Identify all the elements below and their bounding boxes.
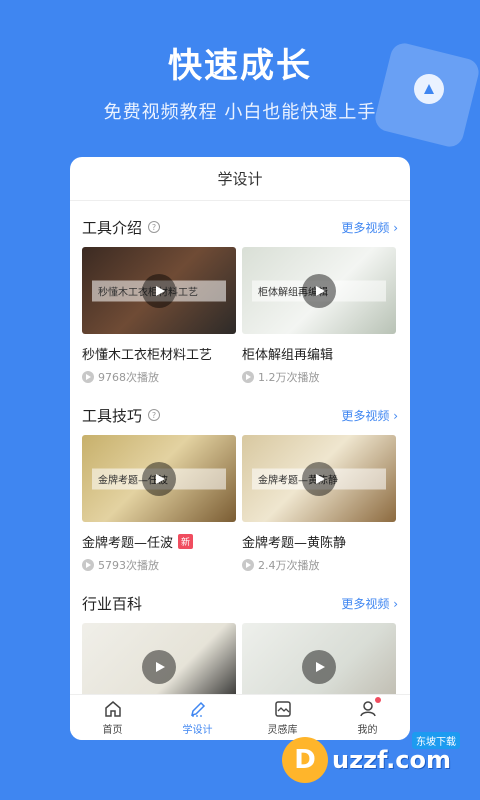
- video-title-text: 金牌考题—任波: [82, 536, 174, 551]
- notification-dot: [374, 697, 381, 703]
- section-header-tools-intro: 工具介绍 ? 更多视频 ›: [82, 211, 398, 243]
- tab-learn-design[interactable]: 学设计: [163, 699, 233, 736]
- help-icon[interactable]: ?: [148, 409, 161, 421]
- watermark-text: uzzf.com: [332, 746, 451, 774]
- video-title: 秒懂木工衣柜材料工艺: [82, 344, 236, 363]
- play-icon[interactable]: [302, 273, 336, 308]
- gallery-icon: [274, 701, 291, 717]
- hero-subtitle: 免费视频教程 小白也能快速上手: [103, 102, 377, 123]
- play-count: 5793次播放: [82, 557, 236, 573]
- more-videos-link[interactable]: 更多视频 ›: [341, 595, 398, 612]
- play-count-text: 5793次播放: [98, 559, 159, 572]
- more-videos-link[interactable]: 更多视频 ›: [341, 219, 398, 236]
- tab-home[interactable]: 首页: [78, 699, 148, 736]
- play-count-icon: [82, 559, 94, 571]
- video-title-text: 柜体解组再编辑: [242, 348, 334, 363]
- page-title: 学设计: [70, 157, 410, 201]
- video-thumbnail[interactable]: 金牌考题—任波: [82, 435, 236, 522]
- pencil-icon: [190, 701, 205, 717]
- help-icon[interactable]: ?: [148, 221, 161, 233]
- home-icon: [104, 701, 121, 717]
- video-title-text: 金牌考题—黄陈静: [242, 536, 347, 551]
- play-icon[interactable]: [302, 461, 336, 496]
- watermark-sub: 东坡下载: [412, 732, 460, 749]
- section-title: 行业百科: [82, 593, 142, 614]
- video-card[interactable]: 金牌考题—任波 金牌考题—任波 新 5793次播放: [82, 435, 236, 573]
- play-count-icon: [242, 559, 254, 571]
- hero-title: 快速成长: [168, 46, 312, 86]
- play-count-text: 2.4万次播放: [258, 559, 320, 572]
- video-title: 金牌考题—任波 新: [82, 532, 236, 551]
- play-icon[interactable]: [302, 649, 336, 684]
- more-videos-link[interactable]: 更多视频 ›: [341, 407, 398, 424]
- video-thumbnail[interactable]: 金牌考题—黄陈静: [242, 435, 396, 522]
- section-title: 工具介绍 ?: [82, 217, 161, 238]
- play-icon[interactable]: [142, 461, 176, 496]
- play-count: 1.2万次播放: [242, 369, 396, 385]
- site-watermark: D uzzf.com 东坡下载: [282, 728, 472, 792]
- play-icon[interactable]: [142, 649, 176, 684]
- play-count-text: 9768次播放: [98, 371, 159, 384]
- user-icon: [359, 701, 376, 717]
- watermark-logo: D: [282, 737, 328, 783]
- play-icon[interactable]: [142, 273, 176, 308]
- play-count: 2.4万次播放: [242, 557, 396, 573]
- video-title: 金牌考题—黄陈静: [242, 532, 396, 551]
- video-thumbnail[interactable]: 秒懂木工衣柜材料工艺: [82, 247, 236, 334]
- tab-label: 学设计: [182, 725, 213, 736]
- play-count-icon: [82, 371, 94, 383]
- video-card[interactable]: 金牌考题—黄陈静 金牌考题—黄陈静 2.4万次播放: [242, 435, 396, 573]
- video-title-text: 秒懂木工衣柜材料工艺: [82, 348, 213, 363]
- section-title-text: 工具技巧: [82, 406, 143, 425]
- phone-screen: 学设计 工具介绍 ? 更多视频 › 秒懂木工衣柜材料工艺 秒懂木工衣柜材料工艺: [70, 157, 410, 740]
- video-card[interactable]: 秒懂木工衣柜材料工艺 秒懂木工衣柜材料工艺 9768次播放: [82, 247, 236, 385]
- play-count: 9768次播放: [82, 369, 236, 385]
- play-count-text: 1.2万次播放: [258, 371, 320, 384]
- video-thumbnail[interactable]: 柜体解组再编辑: [242, 247, 396, 334]
- video-title: 柜体解组再编辑: [242, 344, 396, 363]
- section-header-tool-tips: 工具技巧 ? 更多视频 ›: [82, 399, 398, 431]
- tab-label: 首页: [102, 725, 123, 736]
- play-count-icon: [242, 371, 254, 383]
- section-title-text: 工具介绍: [82, 218, 143, 237]
- section-title-text: 行业百科: [82, 594, 143, 613]
- video-card[interactable]: 柜体解组再编辑 柜体解组再编辑 1.2万次播放: [242, 247, 396, 385]
- section-title: 工具技巧 ?: [82, 405, 161, 426]
- section-header-industry-wiki: 行业百科 更多视频 ›: [82, 587, 398, 619]
- new-badge: 新: [178, 534, 194, 549]
